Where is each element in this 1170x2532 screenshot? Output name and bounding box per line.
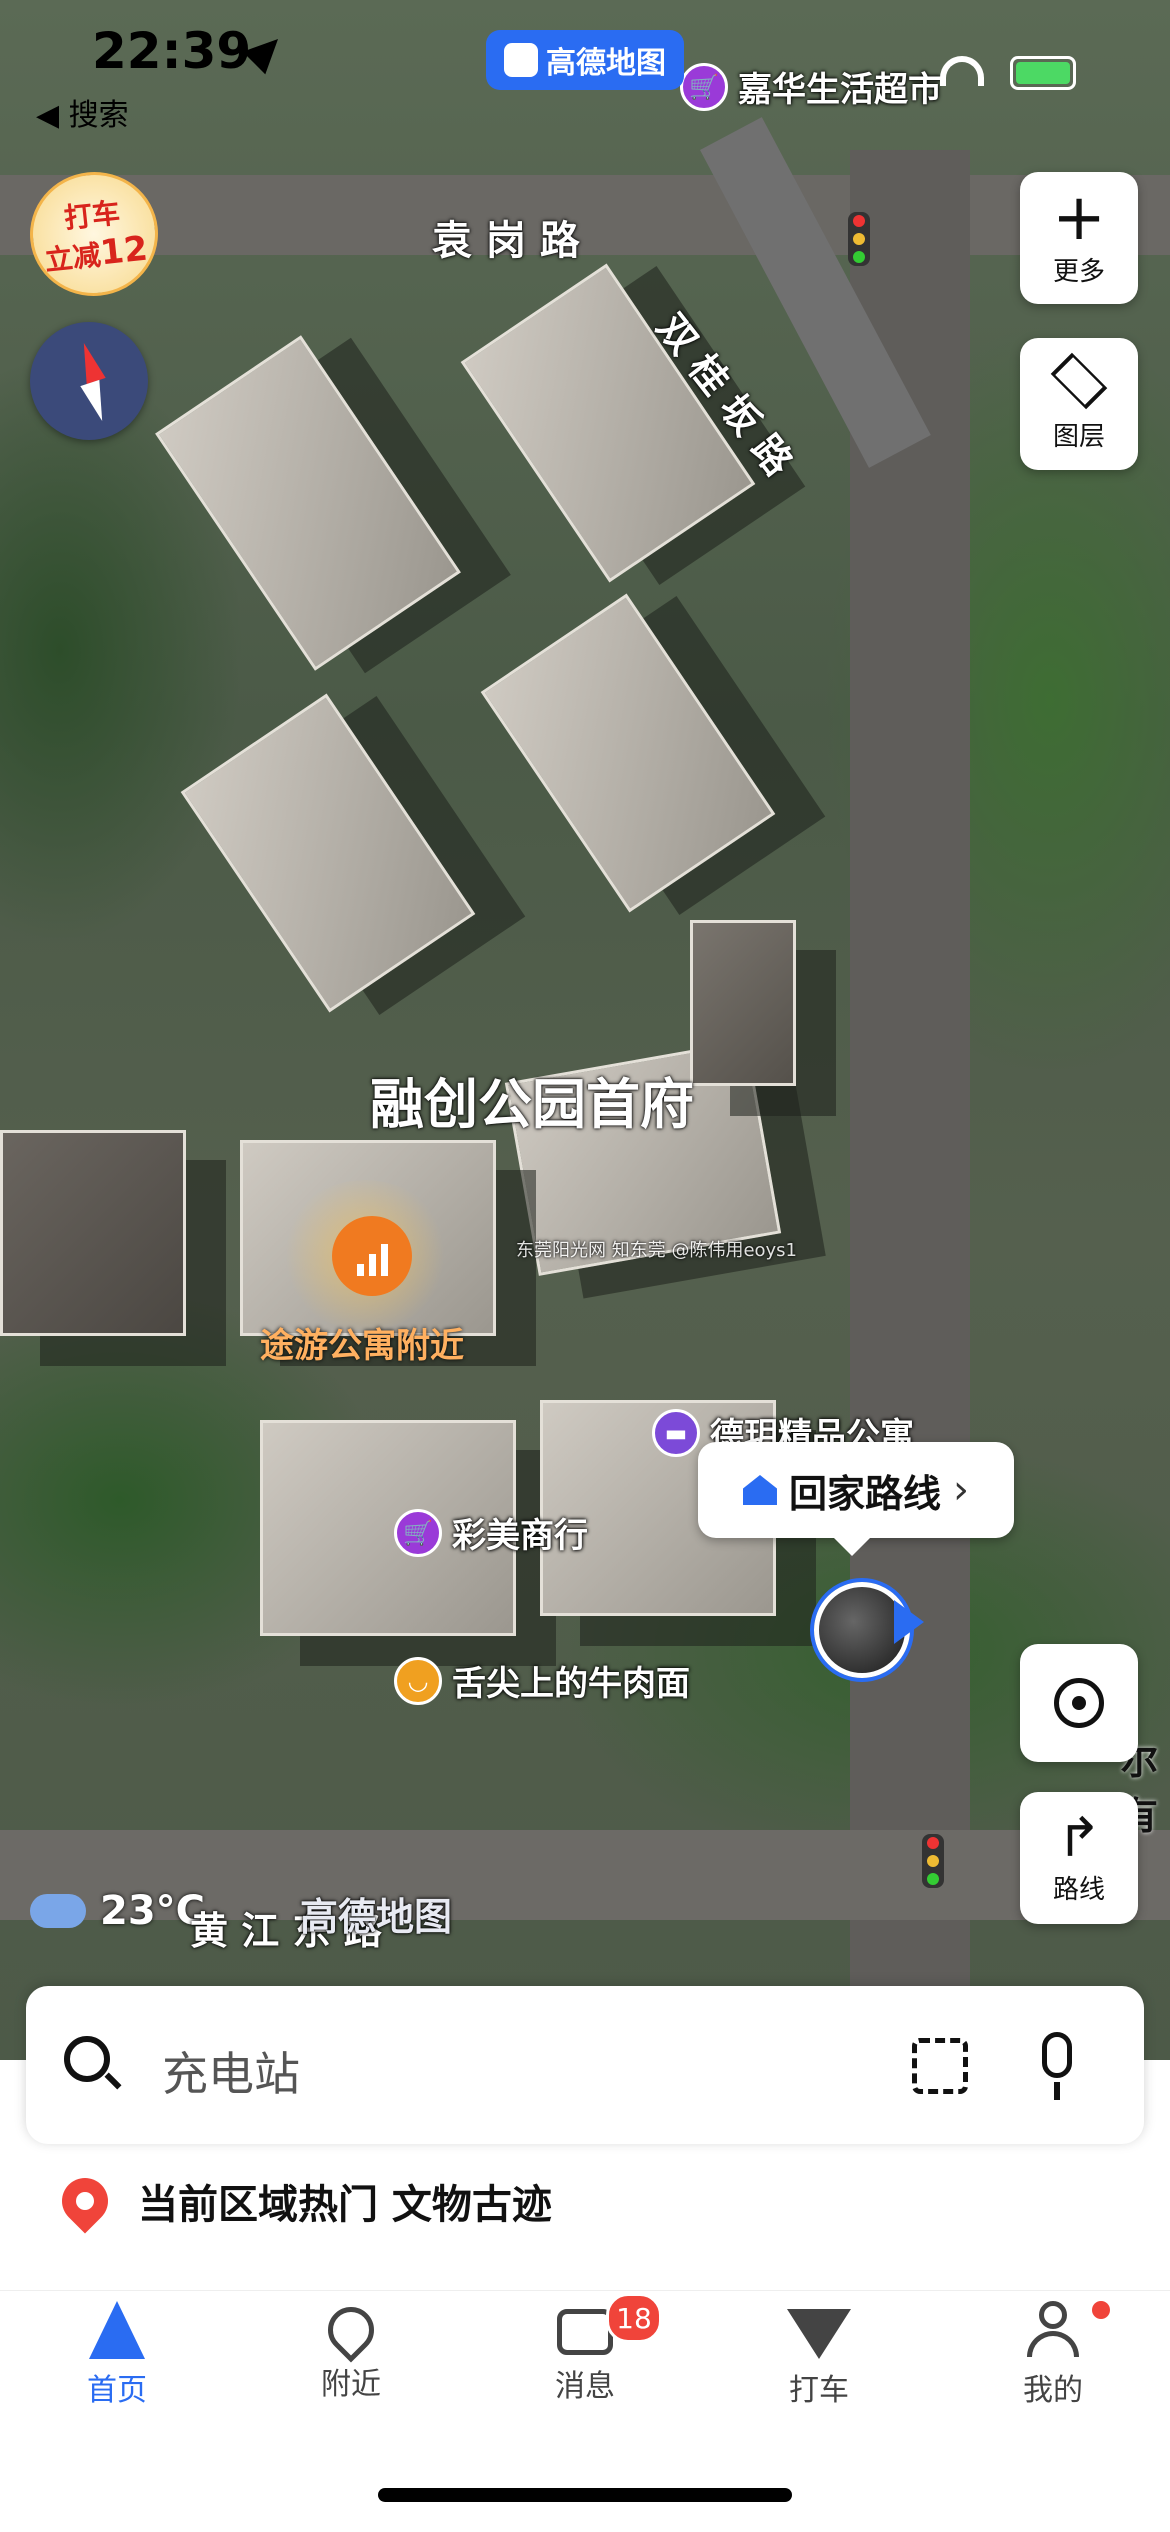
tab-messages[interactable]: 18 消息 <box>468 2291 702 2441</box>
navigation-arrow-icon <box>89 2301 145 2359</box>
tab-label: 首页 <box>87 2373 147 2408</box>
poi-jiahua-supermarket[interactable]: 🛒 嘉华生活超市 <box>680 62 942 111</box>
amap-logo-icon <box>504 43 538 77</box>
traffic-light-icon <box>922 1834 944 1888</box>
message-badge: 18 <box>606 2293 662 2343</box>
tab-mine[interactable]: 我的 <box>936 2291 1170 2441</box>
traffic-light-icon <box>848 212 870 266</box>
tuyou-label: 途游公寓附近 <box>260 1326 464 1366</box>
watermark: 东莞阳光网 知东莞 @陈伟用eoys1 <box>516 1240 798 1261</box>
location-pin-icon <box>52 2168 118 2234</box>
compass-needle-icon <box>74 339 106 385</box>
search-box[interactable]: 充电站 <box>26 1986 1144 2144</box>
location-pin-icon <box>318 2297 384 2363</box>
locate-button[interactable] <box>1020 1644 1138 1762</box>
plus-icon: + <box>1052 180 1106 255</box>
compass-needle-south <box>80 379 112 425</box>
route-button[interactable]: ↱ 路线 <box>1020 1792 1138 1924</box>
promo-line2: 立减12 <box>43 228 150 278</box>
weather-widget[interactable]: 23°C <box>30 1888 205 1934</box>
person-icon <box>1025 2301 1081 2359</box>
scan-icon[interactable] <box>912 2038 968 2094</box>
route-turn-icon: ↱ <box>1056 1805 1102 1869</box>
home-indicator[interactable] <box>378 2488 792 2502</box>
bed-icon: ▬ <box>652 1408 700 1457</box>
chart-icon <box>332 1216 412 1296</box>
complex-label: 融创公园首府 <box>370 1073 694 1136</box>
bowl-icon: ◡ <box>394 1656 442 1705</box>
taxi-icon <box>787 2309 851 2359</box>
tab-label: 我的 <box>1023 2373 1083 2408</box>
amap-badge-label: 高德地图 <box>546 46 666 81</box>
go-home-route-bubble[interactable]: 回家路线 › <box>698 1442 1014 1556</box>
compass-button[interactable] <box>30 322 148 440</box>
poi-caimei-shop[interactable]: 🛒 彩美商行 <box>394 1508 588 1557</box>
poi-beef-noodles[interactable]: ◡ 舌尖上的牛肉面 <box>394 1656 690 1705</box>
tab-bar: 首页 附近 18 消息 打车 我的 <box>0 2290 1170 2441</box>
tab-label: 附近 <box>321 2367 381 2402</box>
search-icon <box>64 2036 110 2082</box>
road-yuangang <box>0 175 1170 255</box>
poi-label: 嘉华生活超市 <box>738 70 942 110</box>
building <box>0 1130 186 1336</box>
promo-line1: 打车 <box>62 196 122 235</box>
layers-label: 图层 <box>1052 421 1105 452</box>
building <box>180 693 476 1013</box>
search-icon-handle <box>104 2072 122 2090</box>
building <box>690 920 796 1086</box>
tab-label: 消息 <box>555 2369 615 2404</box>
tab-label: 打车 <box>789 2373 849 2408</box>
chevron-right-icon: › <box>953 1467 969 1513</box>
microphone-icon[interactable] <box>1042 2032 1072 2078</box>
more-button[interactable]: + 更多 <box>1020 172 1138 304</box>
poi-label: 舌尖上的牛肉面 <box>452 1664 690 1704</box>
cart-icon: 🛒 <box>394 1508 442 1557</box>
hot-recommendation[interactable]: 当前区域热门 文物古迹 <box>52 2168 552 2234</box>
hot-text: 当前区域热门 文物古迹 <box>138 2182 552 2228</box>
poi-label: 彩美商行 <box>452 1516 588 1556</box>
microphone-stand <box>1054 2082 1060 2100</box>
more-label: 更多 <box>1052 256 1105 287</box>
layers-icon <box>1050 352 1108 409</box>
building <box>480 593 776 913</box>
tab-taxi[interactable]: 打车 <box>702 2291 936 2441</box>
heading-arrow-icon <box>894 1600 924 1644</box>
crosshair-icon <box>1054 1678 1104 1728</box>
tab-home[interactable]: 首页 <box>0 2291 234 2441</box>
battery-icon <box>1010 56 1076 90</box>
layers-button[interactable]: 图层 <box>1020 338 1138 470</box>
route-label: 路线 <box>1052 1874 1105 1905</box>
search-placeholder: 充电站 <box>162 2047 300 2101</box>
road-label-yuangang: 袁 岗 路 <box>432 218 580 264</box>
tuyou-poi[interactable]: 途游公寓附近 <box>260 1180 464 1366</box>
tab-nearby[interactable]: 附近 <box>234 2291 468 2441</box>
amap-watermark: 高德地图 <box>300 1895 453 1939</box>
amap-badge[interactable]: 高德地图 <box>486 30 684 90</box>
home-icon <box>742 1475 777 1505</box>
building <box>460 263 756 583</box>
red-dot <box>1092 2301 1110 2319</box>
satellite-map[interactable]: 袁 岗 路 双 桂 坂 路 融创公园首府 东莞阳光网 知东莞 @陈伟用eoys1… <box>0 0 1170 2060</box>
cart-icon: 🛒 <box>680 62 728 111</box>
building <box>155 335 461 671</box>
message-icon <box>557 2309 613 2355</box>
status-time: 22:39 <box>92 22 252 80</box>
go-home-label: 回家路线 <box>788 1471 941 1516</box>
back-to-search[interactable]: ◀ 搜索 <box>36 90 129 134</box>
cloud-icon <box>30 1894 86 1928</box>
